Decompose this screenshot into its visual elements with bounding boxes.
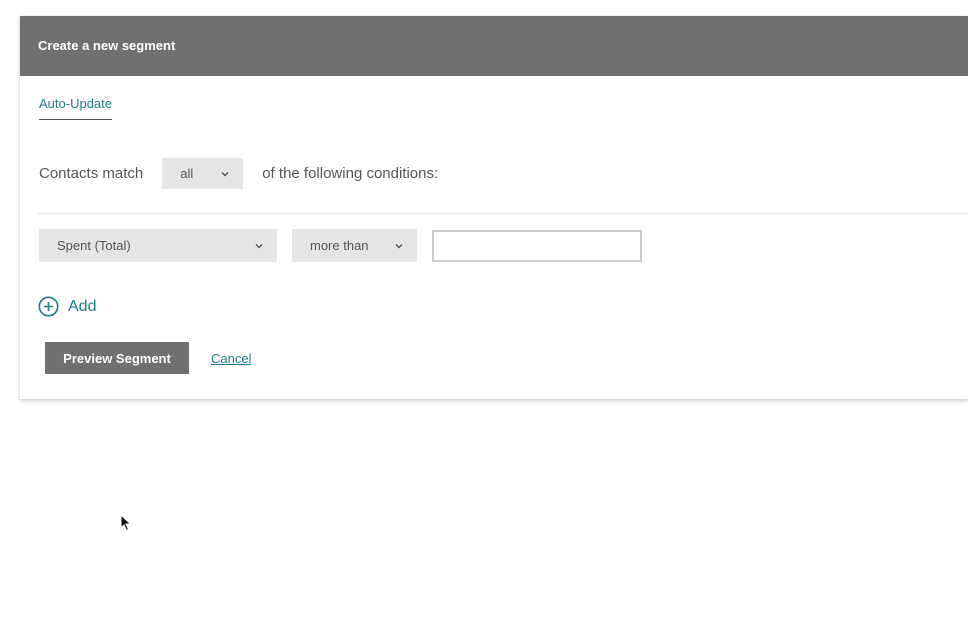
condition-operator-select[interactable]: more than bbox=[292, 229, 417, 262]
condition-field-value: Spent (Total) bbox=[57, 238, 131, 253]
mouse-pointer-icon bbox=[120, 514, 132, 532]
add-label: Add bbox=[68, 297, 97, 315]
tab-auto-update[interactable]: Auto-Update bbox=[39, 96, 112, 120]
divider bbox=[38, 213, 968, 214]
match-row: Contacts match all of the following cond… bbox=[39, 158, 438, 189]
add-condition-button[interactable]: Add bbox=[38, 296, 96, 317]
chevron-down-icon bbox=[395, 243, 403, 248]
panel-title: Create a new segment bbox=[20, 16, 968, 76]
match-select[interactable]: all bbox=[162, 158, 244, 189]
match-prefix-label: Contacts match bbox=[39, 165, 144, 182]
cancel-link[interactable]: Cancel bbox=[211, 351, 251, 366]
preview-segment-button[interactable]: Preview Segment bbox=[45, 342, 189, 374]
chevron-down-icon bbox=[221, 171, 229, 176]
actions-row: Preview Segment Cancel bbox=[45, 342, 251, 374]
chevron-down-icon bbox=[255, 243, 263, 248]
match-select-value: all bbox=[180, 166, 194, 181]
condition-operator-value: more than bbox=[310, 238, 369, 253]
condition-row: Spent (Total) more than bbox=[39, 229, 642, 262]
plus-circle-icon bbox=[38, 296, 59, 317]
condition-field-select[interactable]: Spent (Total) bbox=[39, 229, 277, 262]
condition-value-input[interactable] bbox=[432, 229, 642, 262]
segment-panel: Create a new segment Auto-Update Contact… bbox=[20, 16, 968, 399]
match-suffix-label: of the following conditions: bbox=[262, 165, 439, 182]
